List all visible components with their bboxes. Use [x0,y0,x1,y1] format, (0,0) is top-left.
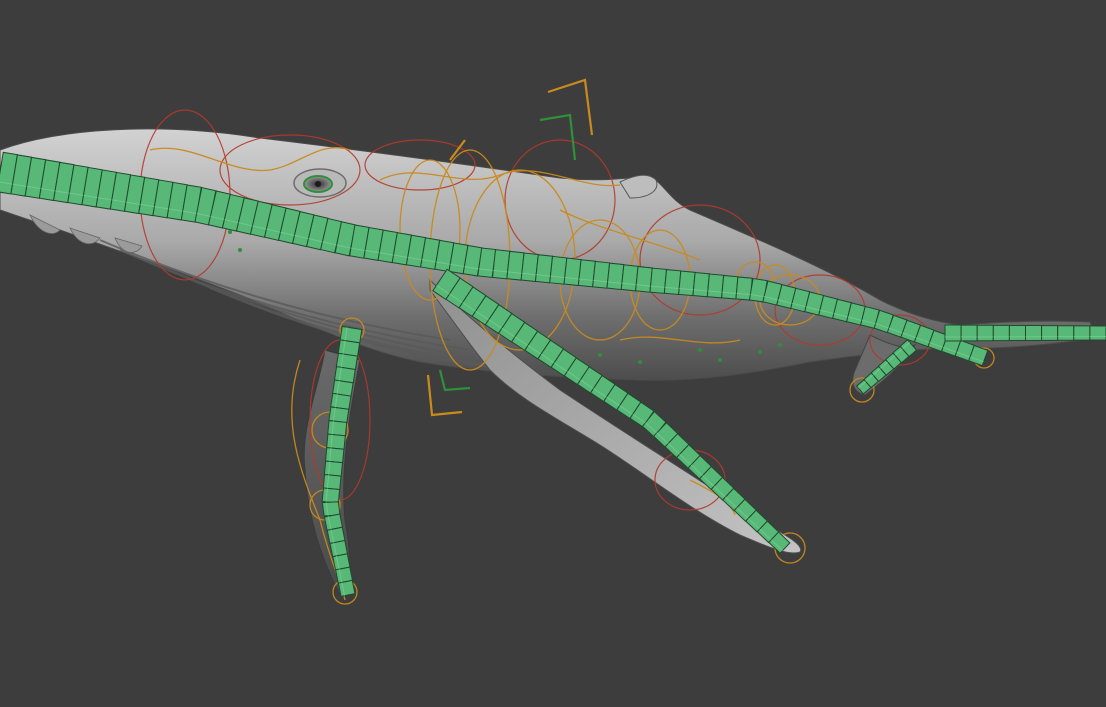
3d-viewport[interactable] [0,0,1106,707]
spine-bone[interactable] [692,271,710,298]
left-pectoral-fin-bone[interactable] [321,487,341,504]
tail-bone[interactable] [1008,324,1026,342]
whale-eye [293,168,347,198]
left-pectoral-fin-bone[interactable] [324,447,345,464]
left-pectoral-fin-bone[interactable] [323,460,343,477]
spine-bone[interactable] [678,270,696,297]
tail-bone[interactable] [944,324,962,342]
spine-bone[interactable] [635,265,653,293]
left-pectoral-fin-bone[interactable] [327,420,348,437]
tail-bone[interactable] [992,324,1010,342]
left-pectoral-fin-bone[interactable] [337,579,356,597]
tail-bone[interactable] [1089,325,1106,341]
tail-bone[interactable] [1025,325,1043,341]
tail-bone[interactable] [1041,325,1059,341]
tail-bone-chain[interactable] [944,324,1106,342]
tail-bone[interactable] [1073,325,1091,341]
left-pectoral-fin-bone[interactable] [322,473,342,491]
left-pectoral-fin-bone[interactable] [326,433,346,450]
spine-bone[interactable] [663,269,682,296]
tail-bone[interactable] [960,324,978,342]
tail-bone[interactable] [1057,325,1075,341]
tail-bone[interactable] [976,324,994,342]
spine-bone[interactable] [721,274,739,300]
left-pectoral-fin-bone[interactable] [328,406,350,424]
spine-bone[interactable] [649,267,668,294]
spine-bone[interactable] [706,273,725,299]
left-pectoral-fin-bone[interactable] [321,501,341,517]
viewport-canvas[interactable] [0,0,1106,707]
